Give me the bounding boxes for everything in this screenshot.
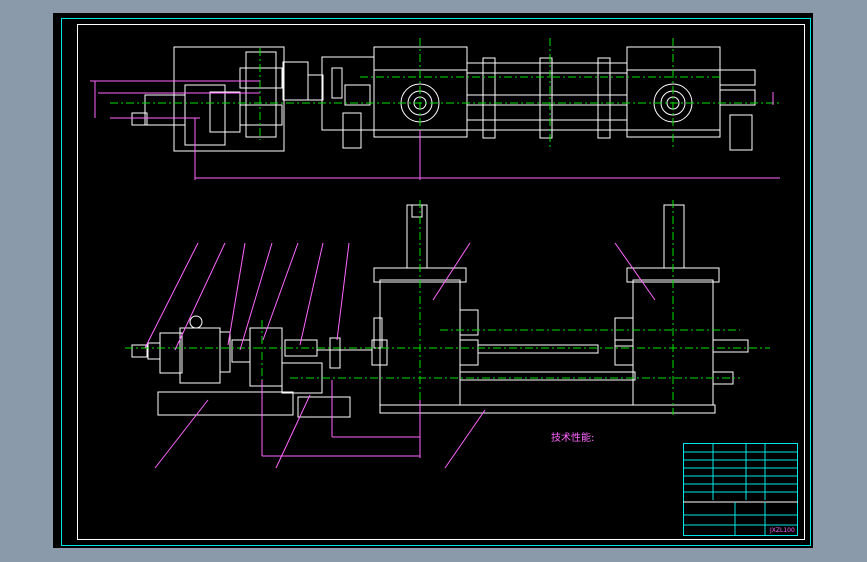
base-frame-left — [157, 391, 294, 416]
gearbox — [249, 327, 283, 387]
top-view — [90, 38, 780, 180]
drawing-number: JXZL100 — [770, 527, 795, 534]
motor — [179, 327, 221, 384]
front-view — [125, 200, 770, 469]
tech-performance-heading: 技术性能: — [551, 433, 595, 444]
cad-drawing — [61, 18, 811, 546]
title-block — [683, 443, 798, 536]
